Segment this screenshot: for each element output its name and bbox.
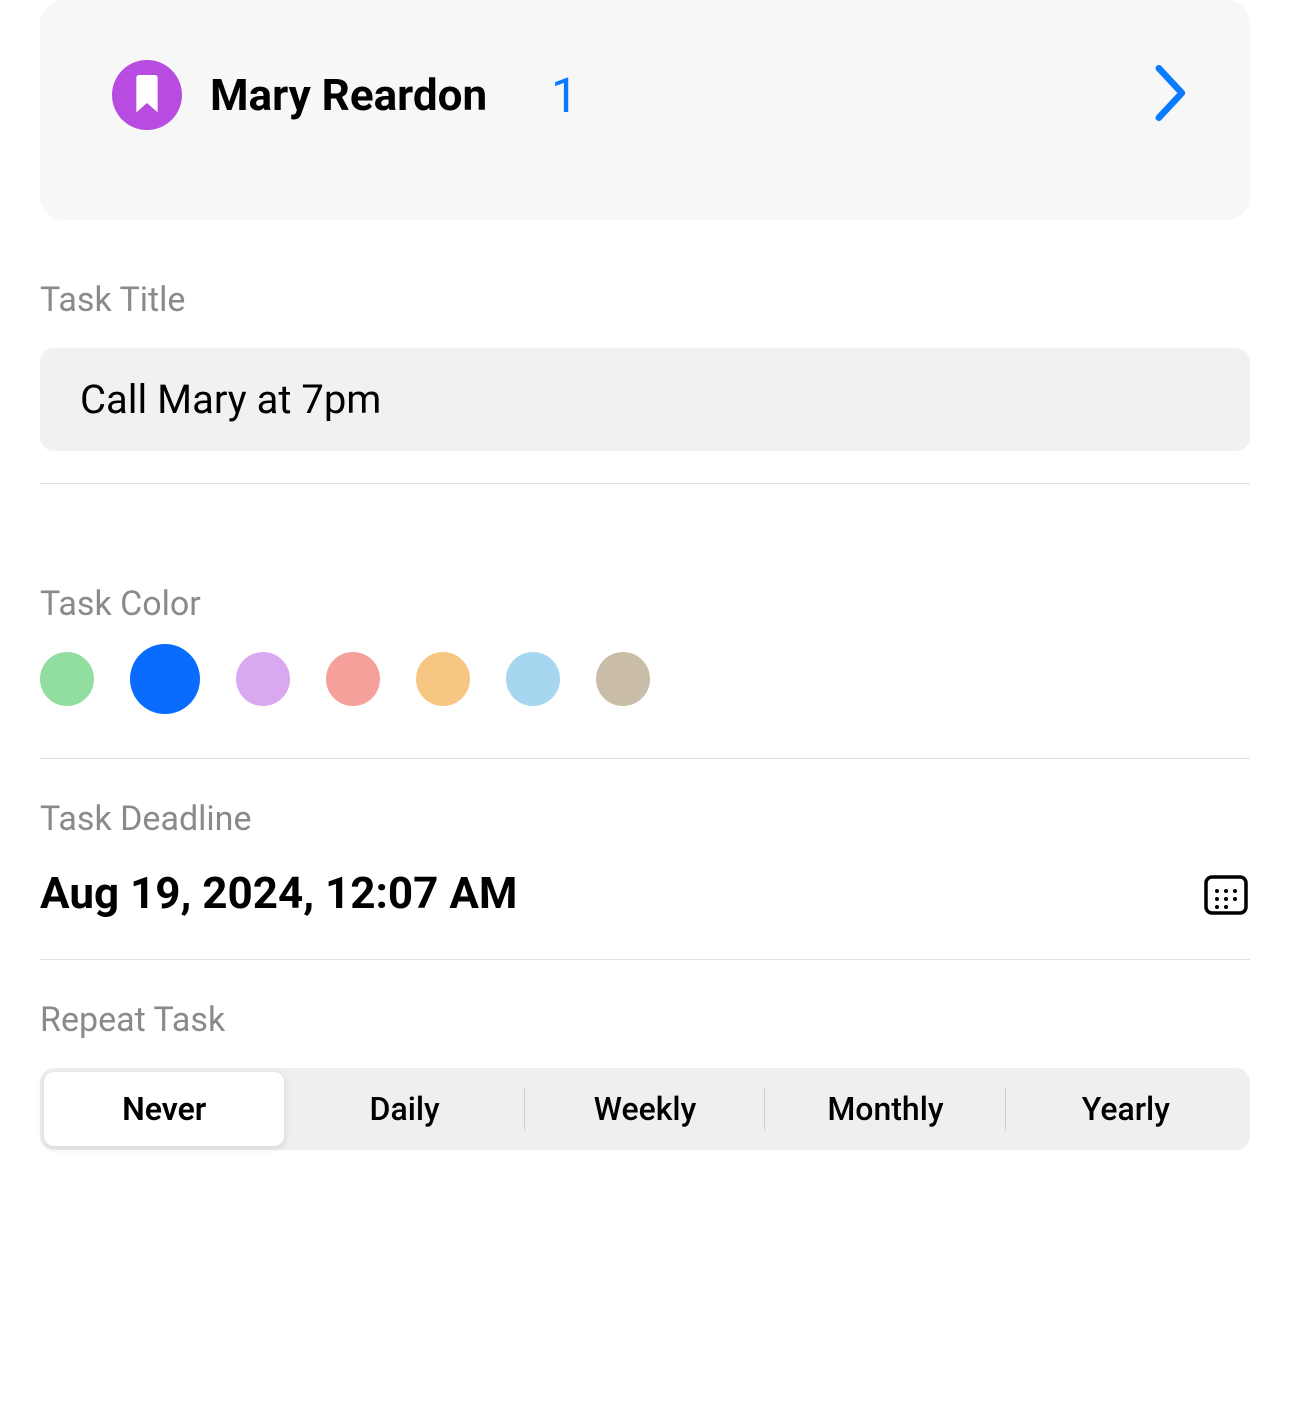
task-color-label: Task Color <box>40 584 1250 624</box>
task-deadline-value[interactable]: Aug 19, 2024, 12:07 AM <box>40 867 517 919</box>
repeat-segment-monthly[interactable]: Monthly <box>765 1072 1005 1146</box>
repeat-segment-yearly[interactable]: Yearly <box>1006 1072 1246 1146</box>
repeat-segment-never[interactable]: Never <box>44 1072 284 1146</box>
task-deadline-label: Task Deadline <box>40 799 1250 839</box>
divider <box>40 959 1250 960</box>
color-swatch-orange[interactable] <box>416 652 470 706</box>
contact-card[interactable]: Mary Reardon 1 <box>40 0 1250 220</box>
bookmark-icon <box>112 60 182 130</box>
repeat-segment-daily[interactable]: Daily <box>284 1072 524 1146</box>
calendar-icon[interactable] <box>1202 869 1250 917</box>
contact-name: Mary Reardon <box>210 69 487 121</box>
color-swatch-light-blue[interactable] <box>506 652 560 706</box>
task-title-input[interactable] <box>40 348 1250 451</box>
divider <box>40 758 1250 759</box>
color-swatch-purple[interactable] <box>236 652 290 706</box>
divider <box>40 483 1250 484</box>
color-swatch-tan[interactable] <box>596 652 650 706</box>
contact-count: 1 <box>551 67 578 124</box>
color-swatch-blue[interactable] <box>130 644 200 714</box>
repeat-segment-weekly[interactable]: Weekly <box>525 1072 765 1146</box>
color-swatch-coral[interactable] <box>326 652 380 706</box>
color-swatch-green[interactable] <box>40 652 94 706</box>
task-title-label: Task Title <box>40 280 1250 320</box>
repeat-segmented-control: NeverDailyWeeklyMonthlyYearly <box>40 1068 1250 1150</box>
repeat-task-label: Repeat Task <box>40 1000 1250 1040</box>
chevron-right-icon[interactable] <box>1154 65 1190 125</box>
color-picker-row <box>40 652 1250 706</box>
